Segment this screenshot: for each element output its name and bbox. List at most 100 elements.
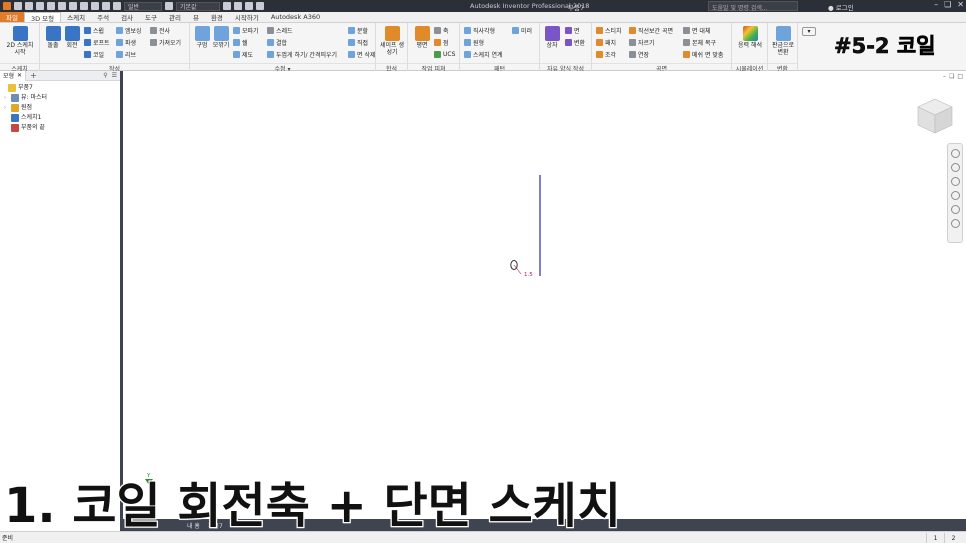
tree-node[interactable]: 스케치1 (1, 113, 119, 123)
sculpt-button[interactable]: 조각 (596, 49, 616, 59)
adjust-icon[interactable] (223, 2, 231, 10)
panel-title-pattern: 패턴 (460, 63, 539, 73)
plane-button[interactable]: 평면 (410, 26, 434, 49)
repair-bodies-button[interactable]: 본체 복구 (683, 37, 716, 47)
tab-tools[interactable]: 도구 (139, 12, 163, 22)
convert-button[interactable]: 변환 (565, 37, 585, 47)
patch-button[interactable]: 패치 (596, 37, 616, 47)
thread-button[interactable]: 스레드 (267, 25, 293, 35)
fit-mesh-face-button[interactable]: 메쉬 면 맞춤 (683, 49, 723, 59)
derive-button[interactable]: 파생 (116, 37, 136, 47)
tree-node[interactable]: › 원점 (1, 103, 119, 113)
decal-button[interactable]: 전사 (150, 25, 170, 35)
ilogic-icon[interactable] (245, 2, 253, 10)
ruled-surface-button[interactable]: 직선보간 곡면 (629, 25, 673, 35)
panel-title-modify[interactable]: 수정 ▾ (190, 63, 375, 73)
revolve-button[interactable]: 회전 (60, 26, 84, 49)
convert-sheet-metal-button[interactable]: 판금으로 변환 (771, 26, 795, 56)
expand-icon[interactable]: › (4, 93, 9, 103)
tree-node[interactable]: › 뷰: 마스터 (1, 93, 119, 103)
add-tab-icon[interactable]: + (26, 71, 41, 80)
import-button[interactable]: 가져오기 (150, 37, 181, 47)
minimize-icon[interactable]: – (934, 0, 938, 9)
direct-button[interactable]: 직접 (348, 37, 368, 47)
redo-icon[interactable] (58, 2, 66, 10)
stress-analysis-button[interactable]: 응력 해석 (738, 26, 762, 49)
split-button[interactable]: 분할 (348, 25, 368, 35)
sketch-canvas[interactable] (123, 71, 966, 531)
delete-face-button[interactable]: 면 삭제 (348, 49, 375, 59)
browser-tree: 부품7 › 뷰: 마스터 › 원점 스케치1 부품의 끝 (0, 81, 120, 135)
tab-a360[interactable]: Autodesk A360 (265, 12, 326, 22)
close-icon[interactable]: ✕ (957, 0, 964, 9)
point-button[interactable]: 점 (434, 37, 449, 47)
undo-icon[interactable] (47, 2, 55, 10)
draft-button[interactable]: 제도 (233, 49, 253, 59)
shell-button[interactable]: 쉘 (233, 37, 248, 47)
tab-file[interactable]: 파일 (0, 12, 24, 22)
mirror-button[interactable]: 미러 (512, 25, 532, 35)
loft-button[interactable]: 로프트 (84, 37, 110, 47)
measure-icon[interactable] (256, 2, 264, 10)
graphics-window[interactable]: – ❏ □ 1.5 Y (123, 71, 966, 531)
open-icon[interactable] (25, 2, 33, 10)
box-button[interactable]: 상자 (540, 26, 564, 49)
home-icon[interactable] (69, 2, 77, 10)
search-icon[interactable]: ⚲ (103, 72, 107, 79)
dimension-label[interactable]: 1.5 (524, 272, 533, 278)
appearance-select[interactable]: 기본값 (176, 1, 220, 11)
combine-button[interactable]: 결합 (267, 37, 287, 47)
start-2d-sketch-button[interactable]: 2D 스케치 시작 (6, 26, 34, 56)
repair-bodies-icon (683, 38, 690, 46)
coil-button[interactable]: 코일 (84, 49, 104, 59)
material-icon (113, 2, 121, 10)
tab-annotate[interactable]: 주석 (91, 12, 115, 22)
tab-environments[interactable]: 환경 (205, 12, 229, 22)
replace-face-button[interactable]: 면 대체 (683, 25, 710, 35)
stitch-button[interactable]: 스티치 (596, 25, 622, 35)
tab-manage[interactable]: 관리 (163, 12, 187, 22)
emboss-button[interactable]: 엠보싱 (116, 25, 142, 35)
face-button[interactable]: 면 (565, 25, 580, 35)
update-icon[interactable] (91, 2, 99, 10)
clear-icon[interactable] (234, 2, 242, 10)
rib-button[interactable]: 리브 (116, 49, 136, 59)
split-icon (348, 26, 355, 34)
ribbon-options-button[interactable]: ▾ (802, 27, 816, 36)
rectangular-pattern-button[interactable]: 직사각형 (464, 25, 495, 35)
save-icon[interactable] (36, 2, 44, 10)
ucs-button[interactable]: UCS (434, 49, 455, 59)
part-icon (8, 84, 16, 92)
app-menu-icon[interactable] (3, 2, 11, 10)
close-icon[interactable]: ✕ (17, 72, 22, 79)
browser-tab-model[interactable]: 모형 ✕ (0, 70, 27, 81)
material-select[interactable]: 일반 (124, 1, 162, 11)
circular-pattern-icon (464, 38, 471, 46)
extend-button[interactable]: 연장 (629, 49, 649, 59)
fillet-button[interactable]: 모깎기 (209, 26, 233, 49)
ucs-icon (434, 50, 441, 58)
sweep-button[interactable]: 스윕 (84, 25, 104, 35)
tree-node[interactable]: 부품의 끝 (1, 123, 119, 133)
shape-generator-button[interactable]: 셰이프 생성기 (380, 26, 404, 56)
circular-pattern-button[interactable]: 원형 (464, 37, 484, 47)
tab-3d-model[interactable]: 3D 모형 (23, 12, 62, 23)
tab-sketch[interactable]: 스케치 (61, 12, 91, 22)
tree-node[interactable]: 부품7 (1, 83, 119, 93)
menu-icon[interactable]: ☰ (112, 72, 117, 79)
login-button[interactable]: ● 로그인 (828, 2, 854, 12)
tab-inspect[interactable]: 검사 (115, 12, 139, 22)
tab-view[interactable]: 뷰 (187, 12, 205, 22)
axis-button[interactable]: 축 (434, 25, 449, 35)
expand-icon[interactable]: › (4, 103, 9, 113)
select-icon[interactable] (102, 2, 110, 10)
thicken-button[interactable]: 두껍게 하기/ 간격띄우기 (267, 49, 337, 59)
sketch-driven-pattern-button[interactable]: 스케치 연계 (464, 49, 503, 59)
trim-button[interactable]: 자르기 (629, 37, 655, 47)
return-icon[interactable] (80, 2, 88, 10)
help-search-input[interactable]: 도움말 및 명령 검색... (708, 1, 798, 12)
new-icon[interactable] (14, 2, 22, 10)
tab-get-started[interactable]: 시작하기 (229, 12, 265, 22)
restore-icon[interactable]: ❏ (944, 0, 951, 9)
chamfer-button[interactable]: 모따기 (233, 25, 259, 35)
